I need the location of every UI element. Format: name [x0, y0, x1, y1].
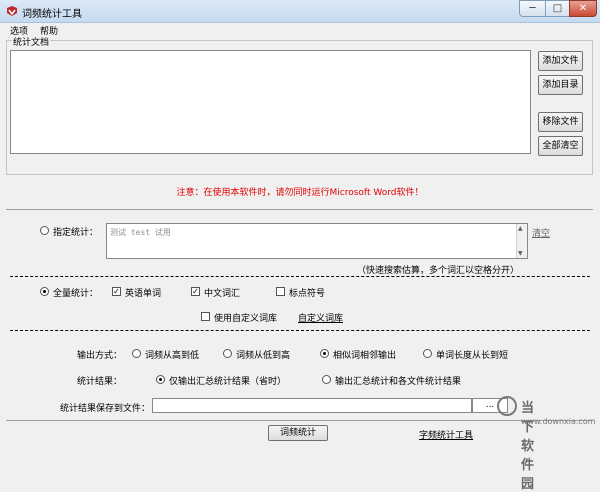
title-bar: 词频统计工具 ─ □ ✕: [0, 0, 600, 23]
custom-dict-checkbox[interactable]: [201, 312, 210, 321]
window-title: 词频统计工具: [22, 9, 82, 20]
close-button[interactable]: ✕: [569, 0, 597, 17]
specify-radio[interactable]: [40, 226, 49, 235]
summary-and-files-label: 输出汇总统计和各文件统计结果: [335, 377, 462, 387]
save-path-label: 统计结果保存到文件：: [60, 404, 151, 414]
custom-dict-link[interactable]: 自定义词库: [298, 311, 343, 324]
app-icon: [7, 6, 17, 16]
dashed-divider: [10, 330, 590, 331]
full-stat-label: 全量统计：: [53, 289, 99, 299]
save-path-input[interactable]: [152, 398, 472, 413]
specify-label: 指定统计：: [53, 228, 99, 238]
watermark-url: www.downxia.com: [521, 417, 596, 426]
specify-textarea[interactable]: 测试 test 试用 ▲ ▼: [106, 223, 528, 259]
divider: [6, 209, 593, 211]
remove-file-button[interactable]: 移除文件: [538, 112, 583, 132]
summary-only-radio[interactable]: [156, 375, 165, 384]
watermark-logo-icon: [497, 396, 517, 416]
mode-high-to-low-radio[interactable]: [132, 349, 141, 358]
app-window: 词频统计工具 ─ □ ✕ 选项 帮助 统计文档 添加文件 添加目录 移除文件 全…: [0, 0, 600, 492]
specify-scrollbar[interactable]: ▲ ▼: [516, 224, 527, 258]
mode-similar-radio[interactable]: [320, 349, 329, 358]
divider: [6, 420, 593, 422]
full-stat-radio[interactable]: [40, 287, 49, 296]
menu-bar: 选项 帮助: [0, 22, 600, 37]
custom-dict-label: 使用自定义词库: [214, 314, 278, 324]
clear-link[interactable]: 清空: [532, 226, 550, 239]
chinese-checkbox[interactable]: ✓: [191, 287, 200, 296]
english-checkbox[interactable]: ✓: [112, 287, 121, 296]
mode-low-to-high-label: 词频从低到高: [236, 351, 291, 361]
mode-similar-label: 相似词相邻输出: [333, 351, 397, 361]
file-list[interactable]: [10, 50, 531, 154]
minimize-button[interactable]: ─: [519, 0, 546, 17]
scroll-down-icon[interactable]: ▼: [518, 250, 523, 257]
maximize-button[interactable]: □: [545, 0, 570, 17]
file-group-legend: 统计文档: [12, 35, 51, 48]
char-frequency-tool-link[interactable]: 字频统计工具: [419, 428, 473, 441]
word-frequency-count-button[interactable]: 词频统计: [268, 425, 328, 441]
english-label: 英语单词: [125, 289, 162, 299]
punctuation-label: 标点符号: [289, 289, 326, 299]
clear-all-button[interactable]: 全部清空: [538, 136, 583, 156]
dashed-divider: [10, 276, 590, 277]
mode-length-label: 单词长度从长到短: [436, 351, 509, 361]
mode-low-to-high-radio[interactable]: [223, 349, 232, 358]
add-directory-button[interactable]: 添加目录: [538, 75, 583, 95]
warning-notice: 注意：在使用本软件时，请勿同时运行Microsoft Word软件！: [176, 188, 424, 198]
output-mode-label: 输出方式：: [77, 351, 123, 361]
punctuation-checkbox[interactable]: [276, 287, 285, 296]
scroll-up-icon[interactable]: ▲: [518, 225, 523, 232]
summary-and-files-radio[interactable]: [322, 375, 331, 384]
chinese-label: 中文词汇: [204, 289, 241, 299]
watermark-text: 当下软件园: [521, 401, 535, 492]
mode-length-radio[interactable]: [423, 349, 432, 358]
specify-hint: （快速搜索估算，多个词汇以空格分开）: [357, 266, 520, 276]
specify-text: 测试 test 试用: [110, 228, 171, 237]
add-file-button[interactable]: 添加文件: [538, 51, 583, 71]
summary-only-label: 仅输出汇总统计结果（省时）: [169, 377, 287, 387]
result-scope-label: 统计结果：: [77, 377, 123, 387]
mode-high-to-low-label: 词频从高到低: [145, 351, 200, 361]
